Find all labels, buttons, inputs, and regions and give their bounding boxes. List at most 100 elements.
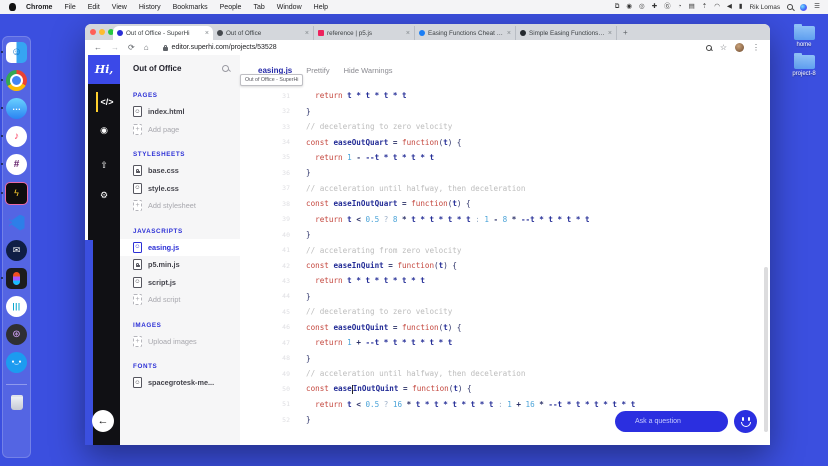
sidebar-file-script-js[interactable]: ☺script.js <box>120 274 240 292</box>
code-line[interactable]: 37// acceleration until halfway, then de… <box>240 181 770 196</box>
status-icon-7[interactable]: ⇡ <box>702 4 707 11</box>
home-button[interactable]: ⌂ <box>144 43 149 52</box>
settings-tool-button[interactable]: ⚙ <box>88 183 120 207</box>
status-icon-9[interactable]: ◀ <box>727 4 732 11</box>
sidebar-add-add-stylesheet[interactable]: +Add stylesheet <box>120 197 240 215</box>
url-field[interactable]: editor.superhi.com/projects/53528 <box>172 44 277 51</box>
tab-close-icon[interactable]: × <box>608 30 612 37</box>
status-icon-1[interactable]: ◉ <box>626 4 632 11</box>
reload-button[interactable]: ⟳ <box>128 43 135 52</box>
music-dock-icon[interactable]: ♪ <box>6 126 27 147</box>
close-window-button[interactable] <box>90 29 96 35</box>
menu-item-view[interactable]: View <box>112 4 127 11</box>
sidebar-file-index-html[interactable]: ☺index.html <box>120 103 240 121</box>
profile-avatar[interactable] <box>735 43 744 52</box>
spotlight-search-icon[interactable] <box>787 4 793 10</box>
menu-item-file[interactable]: File <box>64 4 75 11</box>
status-icon-5[interactable]: ◔ <box>678 4 682 11</box>
terminal-dock-icon[interactable]: ϟ <box>5 182 28 205</box>
new-tab-button[interactable]: + <box>623 26 628 40</box>
browser-tab[interactable]: reference | p5.js× <box>314 26 415 40</box>
zoom-page-icon[interactable] <box>706 45 712 51</box>
help-smiley-button[interactable] <box>734 410 757 433</box>
vscode-dock-icon[interactable] <box>6 212 27 233</box>
desktop-folder-project-8[interactable]: project-8 <box>784 55 824 77</box>
editor-scrollbar[interactable] <box>764 267 768 432</box>
status-icon-3[interactable]: ✚ <box>652 4 657 11</box>
status-icon-2[interactable]: ◎ <box>639 4 645 11</box>
code-tool-button[interactable]: </> <box>88 90 120 114</box>
superhi-logo[interactable]: Hi, <box>88 55 120 84</box>
share-tool-button[interactable]: ⇧ <box>88 153 120 177</box>
code-line[interactable]: 34const easeOutQuart = function(t) { <box>240 134 770 149</box>
code-line[interactable]: 40} <box>240 227 770 242</box>
code-area[interactable]: 31 return t * t * t * t32}33// decelerat… <box>240 88 770 445</box>
status-icon-10[interactable]: ▮ <box>739 4 743 11</box>
search-icon[interactable] <box>222 65 230 73</box>
tab-close-icon[interactable]: × <box>305 30 309 37</box>
prettify-button[interactable]: Prettify <box>306 66 329 75</box>
preview-tool-button[interactable]: ◉ <box>88 118 120 142</box>
spark-dock-icon[interactable]: ✉ <box>6 240 27 261</box>
figma-dock-icon[interactable] <box>6 268 27 289</box>
code-line[interactable]: 45// decelerating to zero velocity <box>240 304 770 319</box>
back-button[interactable]: ← <box>94 43 102 52</box>
sidebar-file-p5-min-js[interactable]: p5.min.js <box>120 256 240 274</box>
code-line[interactable]: 43 return t * t * t * t * t <box>240 273 770 288</box>
menu-item-bookmarks[interactable]: Bookmarks <box>173 4 208 11</box>
status-icon-8[interactable]: ◠ <box>714 4 720 11</box>
code-line[interactable]: 38const easeInOutQuart = function(t) { <box>240 196 770 211</box>
ask-question-input[interactable]: Ask a question <box>615 411 728 432</box>
sidebar-file-easing-js[interactable]: ☺easing.js <box>120 239 240 257</box>
tab-close-icon[interactable]: × <box>406 30 410 37</box>
browser-tab[interactable]: Out of Office - SuperHi× <box>113 26 213 40</box>
sidebar-add-upload-images[interactable]: +Upload images <box>120 333 240 351</box>
trash-dock-icon[interactable] <box>6 384 27 414</box>
apple-menu-icon[interactable] <box>9 3 16 11</box>
siri-icon[interactable] <box>800 4 807 11</box>
menu-item-help[interactable]: Help <box>314 4 328 11</box>
notification-center-icon[interactable]: ☰ <box>814 4 820 11</box>
tab-close-icon[interactable]: × <box>205 30 209 37</box>
browser-tab[interactable]: Simple Easing Functions in Jav...× <box>516 26 617 40</box>
gif-dock-icon[interactable]: ⊛ <box>6 324 27 345</box>
bird-dock-icon[interactable]: ●‿● <box>6 352 27 373</box>
chrome-dock-icon[interactable] <box>6 70 27 91</box>
forward-button[interactable]: → <box>111 43 119 52</box>
status-icon-6[interactable]: ▤ <box>689 4 695 11</box>
bookmark-star-icon[interactable]: ☆ <box>720 43 727 52</box>
code-line[interactable]: 32} <box>240 103 770 118</box>
sidebar-file-style-css[interactable]: ☺style.css <box>120 180 240 198</box>
finder-dock-icon[interactable]: ☺ <box>6 42 27 63</box>
back-circle-button[interactable]: ← <box>92 410 114 432</box>
browser-tab[interactable]: Easing Functions Cheat Sheet× <box>415 26 516 40</box>
menu-item-edit[interactable]: Edit <box>88 4 100 11</box>
code-line[interactable]: 46const easeOutQuint = function(t) { <box>240 320 770 335</box>
alexa-dock-icon[interactable]: ||| <box>6 296 27 317</box>
code-line[interactable]: 36} <box>240 165 770 180</box>
menu-item-window[interactable]: Window <box>277 4 302 11</box>
code-line[interactable]: 33// decelerating to zero velocity <box>240 119 770 134</box>
code-line[interactable]: 49// acceleration until halfway, then de… <box>240 366 770 381</box>
browser-menu-icon[interactable]: ⋮ <box>752 43 760 52</box>
code-line[interactable]: 44} <box>240 289 770 304</box>
code-line[interactable]: 50const easeInOutQuint = function(t) { <box>240 381 770 396</box>
menu-item-history[interactable]: History <box>139 4 161 11</box>
code-line[interactable]: 48} <box>240 350 770 365</box>
status-icon-4[interactable]: Ⓖ <box>664 4 671 11</box>
menu-item-chrome[interactable]: Chrome <box>26 4 52 11</box>
minimize-window-button[interactable] <box>99 29 105 35</box>
menu-item-people[interactable]: People <box>220 4 242 11</box>
sidebar-add-add-script[interactable]: +Add script <box>120 291 240 309</box>
code-line[interactable]: 39 return t < 0.5 ? 8 * t * t * t * t : … <box>240 212 770 227</box>
menu-item-tab[interactable]: Tab <box>253 4 264 11</box>
sidebar-file-base-css[interactable]: base.css <box>120 162 240 180</box>
hide-warnings-button[interactable]: Hide Warnings <box>344 66 393 75</box>
code-line[interactable]: 41// accelerating from zero velocity <box>240 242 770 257</box>
desktop-folder-home[interactable]: home <box>784 26 824 48</box>
code-line[interactable]: 51 return t < 0.5 ? 16 * t * t * t * t *… <box>240 397 770 412</box>
sidebar-add-add-page[interactable]: +Add page <box>120 121 240 139</box>
code-line[interactable]: 42const easeInQuint = function(t) { <box>240 258 770 273</box>
code-line[interactable]: 47 return 1 + --t * t * t * t * t <box>240 335 770 350</box>
code-line[interactable]: 35 return 1 - --t * t * t * t <box>240 150 770 165</box>
